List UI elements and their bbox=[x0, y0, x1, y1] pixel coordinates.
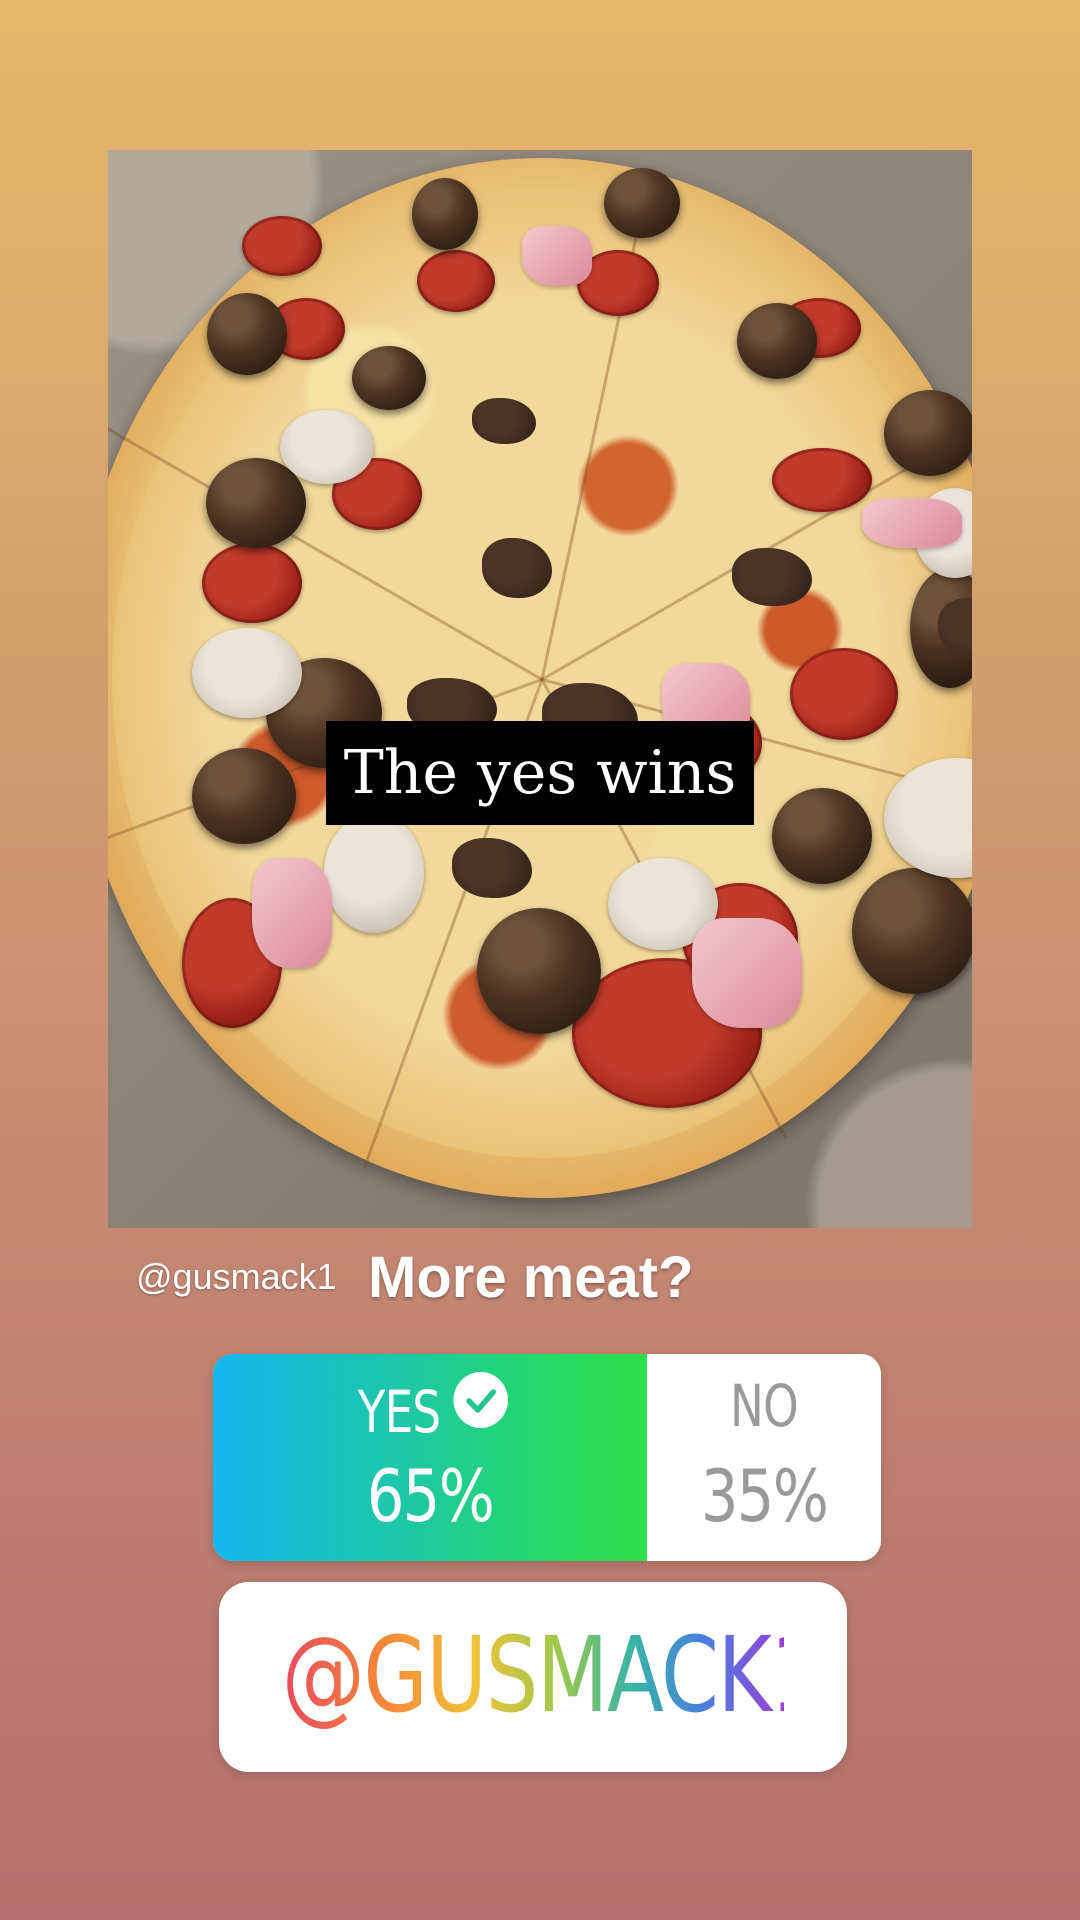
mince-topping bbox=[732, 548, 812, 606]
story-photo: The yes wins bbox=[108, 150, 972, 1228]
ham-topping bbox=[862, 498, 962, 548]
meatball-topping bbox=[207, 293, 287, 375]
pepperoni-topping bbox=[417, 250, 495, 312]
meatball-topping bbox=[852, 868, 972, 994]
poll-option-no-label: NO bbox=[730, 1372, 799, 1440]
pepperoni-topping bbox=[790, 648, 898, 740]
meatball-topping bbox=[477, 908, 601, 1034]
meatball-topping bbox=[772, 788, 872, 884]
pizza-image bbox=[108, 158, 972, 1198]
pepperoni-topping bbox=[202, 543, 302, 623]
poll-header: @gusmack1 More meat? bbox=[0, 1244, 1080, 1324]
poll-username[interactable]: @gusmack1 bbox=[136, 1256, 337, 1298]
meatball-topping bbox=[412, 178, 478, 250]
check-circle-icon bbox=[453, 1372, 508, 1428]
ham-topping bbox=[692, 918, 802, 1028]
meatball-topping bbox=[604, 168, 680, 238]
ham-topping bbox=[522, 226, 592, 286]
mention-sticker-text: @GUSMACK1 bbox=[281, 1614, 823, 1736]
meatball-topping bbox=[737, 303, 817, 379]
mention-sticker[interactable]: @GUSMACK1 bbox=[219, 1582, 847, 1772]
sausage-topping bbox=[280, 410, 374, 484]
poll-option-yes-label: YES bbox=[357, 1378, 441, 1446]
poll-option-yes[interactable]: YES 65% bbox=[213, 1354, 647, 1561]
meatball-topping bbox=[192, 748, 296, 844]
poll-question: More meat? bbox=[368, 1245, 694, 1310]
poll-widget: YES 65% NO 35% bbox=[213, 1354, 881, 1561]
poll-option-yes-percent: 65% bbox=[366, 1454, 495, 1538]
story-caption: The yes wins bbox=[326, 721, 754, 825]
meatball-topping bbox=[884, 390, 972, 476]
poll-option-no[interactable]: NO 35% bbox=[647, 1354, 881, 1561]
poll-option-no-percent: 35% bbox=[700, 1454, 829, 1538]
sausage-topping bbox=[192, 628, 302, 718]
mince-topping bbox=[482, 538, 552, 598]
poll-option-yes-label-row: YES bbox=[261, 1372, 600, 1446]
sausage-topping bbox=[324, 813, 424, 933]
meatball-topping bbox=[352, 346, 426, 410]
mince-topping bbox=[472, 398, 536, 444]
ham-topping bbox=[252, 858, 332, 968]
pepperoni-topping bbox=[242, 216, 322, 276]
pepperoni-topping bbox=[772, 448, 872, 512]
mince-topping bbox=[452, 838, 532, 898]
